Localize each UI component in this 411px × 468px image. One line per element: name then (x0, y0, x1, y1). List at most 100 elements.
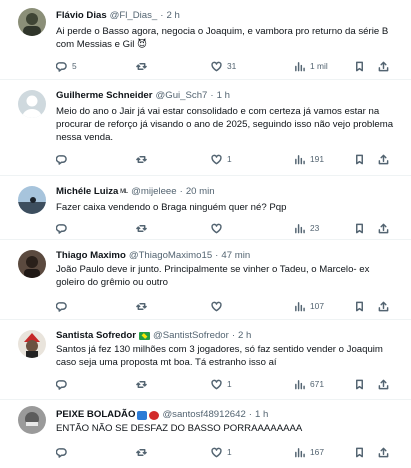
display-name[interactable]: Thiago Maximo (56, 250, 126, 262)
reply-icon (56, 223, 67, 234)
like-count: 31 (227, 61, 237, 71)
bookmark-button[interactable] (354, 377, 365, 391)
reply-icon (56, 301, 67, 312)
user-handle[interactable]: @ThiagoMaximo15 (129, 250, 212, 262)
reply-button[interactable]: 5 (56, 59, 77, 73)
like-button[interactable] (211, 299, 227, 313)
timestamp[interactable]: 1 h (217, 90, 230, 102)
reply-tweet[interactable]: Thiago Maximo @ThiagoMaximo15 · 47 min J… (0, 240, 411, 320)
share-button[interactable] (378, 221, 389, 235)
bookmark-button[interactable] (354, 299, 365, 313)
angry-face-emoji-icon (149, 410, 160, 420)
share-icon (378, 61, 389, 71)
tweet-actions: 1 191 (56, 152, 399, 166)
display-name[interactable]: PEIXE BOLADÃO (56, 409, 135, 421)
share-button[interactable] (378, 445, 389, 459)
display-name[interactable]: Santista Sofredor (56, 330, 136, 342)
avatar[interactable] (18, 8, 46, 36)
display-name[interactable]: Flávio Dias (56, 10, 107, 22)
share-button[interactable] (378, 377, 389, 391)
reply-tweet[interactable]: Santista Sofredor @SantistSofredor · 2 h… (0, 320, 411, 400)
timestamp[interactable]: 47 min (221, 250, 250, 262)
views-icon (295, 447, 305, 457)
like-button[interactable]: 1 (211, 152, 232, 166)
retweet-button[interactable] (136, 445, 152, 459)
like-button[interactable]: 1 (211, 377, 232, 391)
reply-tweet[interactable]: Guilherme Schneider @Gui_Sch7 · 1 h Meio… (0, 80, 411, 176)
reply-tweet[interactable]: Flávio Dias @Fl_Dias_ · 2 h Ai perde o B… (0, 0, 411, 80)
tweet-text: João Paulo deve ir junto. Principalmente… (56, 264, 370, 288)
share-icon (378, 154, 389, 164)
bookmark-button[interactable] (354, 59, 365, 73)
like-button[interactable] (211, 221, 227, 235)
retweet-button[interactable] (136, 299, 152, 313)
user-handle[interactable]: @santosf48912642 (162, 409, 245, 421)
retweet-button[interactable] (136, 377, 152, 391)
timestamp[interactable]: 1 h (255, 409, 268, 421)
views-count: 107 (310, 301, 324, 311)
reply-icon (56, 379, 67, 390)
reply-icon (56, 154, 67, 165)
reply-button[interactable] (56, 377, 72, 391)
reply-button[interactable] (56, 445, 72, 459)
separator-dot: · (248, 409, 252, 420)
tweet-text: Meio do ano o Jair já vai estar consolid… (56, 106, 394, 143)
like-icon (211, 301, 222, 311)
views-button[interactable]: 191 (294, 152, 324, 166)
views-count: 167 (310, 447, 324, 457)
retweet-button[interactable] (136, 152, 152, 166)
share-button[interactable] (378, 59, 389, 73)
name-emoji: ᴹᴸ (120, 187, 129, 197)
views-button[interactable]: 1 mil (294, 59, 328, 73)
share-button[interactable] (378, 299, 389, 313)
bookmark-button[interactable] (354, 221, 365, 235)
reply-button[interactable] (56, 152, 72, 166)
views-button[interactable]: 23 (294, 221, 319, 235)
tweet-text: Santos já fez 130 milhões com 3 jogadore… (56, 344, 383, 368)
reply-tweet[interactable]: Michéle Luiza ᴹᴸ @mijeleee · 20 min Faze… (0, 176, 411, 240)
user-handle[interactable]: @SantistSofredor (153, 330, 229, 342)
display-name[interactable]: Michéle Luiza (56, 186, 118, 198)
bookmark-icon (356, 154, 363, 164)
retweet-icon (136, 448, 147, 456)
views-button[interactable]: 167 (294, 445, 324, 459)
like-icon (211, 61, 222, 71)
retweet-button[interactable] (136, 59, 152, 73)
avatar[interactable] (18, 330, 46, 358)
bookmark-button[interactable] (354, 445, 365, 459)
separator-dot: · (215, 250, 219, 261)
views-icon (295, 223, 305, 233)
tweet-actions: 107 (56, 299, 399, 313)
separator-dot: · (179, 186, 183, 197)
reply-button[interactable] (56, 221, 72, 235)
like-icon (211, 154, 222, 164)
avatar[interactable] (18, 250, 46, 278)
timestamp[interactable]: 2 h (166, 10, 179, 22)
views-icon (295, 379, 305, 389)
share-button[interactable] (378, 152, 389, 166)
views-count: 191 (310, 154, 324, 164)
retweet-icon (136, 62, 147, 70)
tweet-header: PEIXE BOLADÃO @santosf48912642 · 1 h (56, 409, 397, 421)
avatar[interactable] (18, 406, 46, 434)
timestamp[interactable]: 2 h (238, 330, 251, 342)
tweet-header: Santista Sofredor @SantistSofredor · 2 h (56, 330, 397, 342)
like-button[interactable]: 1 (211, 445, 232, 459)
reply-button[interactable] (56, 299, 72, 313)
views-button[interactable]: 671 (294, 377, 324, 391)
reply-tweet[interactable]: PEIXE BOLADÃO @santosf48912642 · 1 h ENT… (0, 400, 411, 468)
retweet-button[interactable] (136, 221, 152, 235)
tweet-actions: 5 31 1 mil (56, 59, 399, 73)
timestamp[interactable]: 20 min (186, 186, 215, 198)
user-handle[interactable]: @mijeleee (131, 186, 176, 198)
views-button[interactable]: 107 (294, 299, 324, 313)
user-handle[interactable]: @Fl_Dias_ (110, 10, 158, 22)
tweet-text: Fazer caixa vendendo o Braga ninguém que… (56, 202, 287, 213)
avatar[interactable] (18, 90, 46, 118)
display-name[interactable]: Guilherme Schneider (56, 90, 153, 102)
bookmark-icon (356, 379, 363, 389)
like-button[interactable]: 31 (211, 59, 236, 73)
bookmark-button[interactable] (354, 152, 365, 166)
avatar[interactable] (18, 186, 46, 214)
user-handle[interactable]: @Gui_Sch7 (156, 90, 208, 102)
